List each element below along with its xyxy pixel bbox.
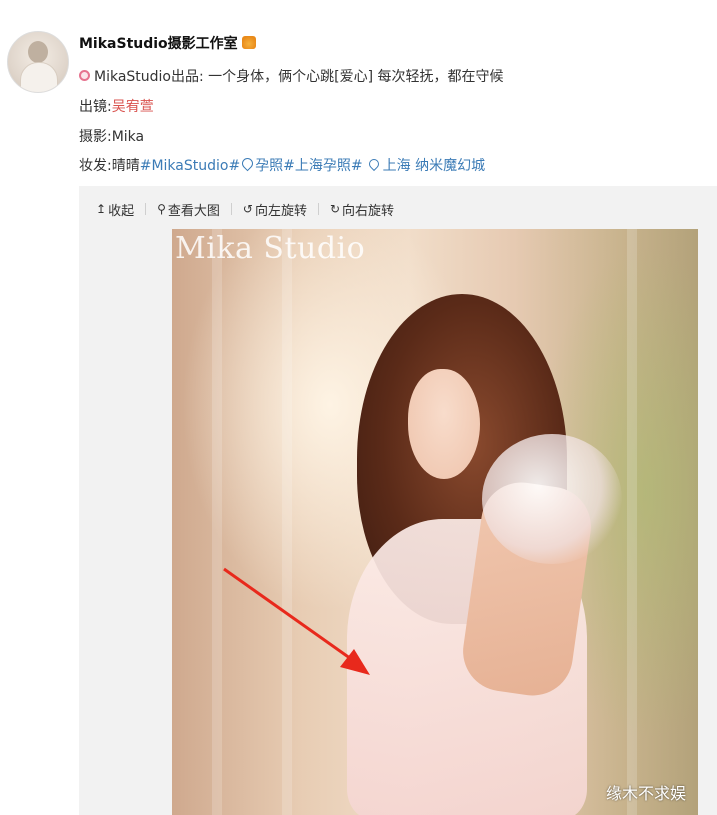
makeup-label: 妆发:晴晴 <box>79 158 140 174</box>
tag-icon <box>239 155 256 172</box>
photo-credit-text: 摄影:Mika <box>79 129 145 145</box>
location-link[interactable]: 上海 纳米魔幻城 <box>383 158 485 174</box>
username-text[interactable]: MikaStudio摄影工作室 <box>79 36 238 52</box>
image-toolbar: ↥ 收起 ⚲ 查看大图 ↺ 向左旋转 ↻ 向右旋转 <box>96 198 394 220</box>
post-makeup-line: 妆发:晴晴#MikaStudio# 孕照#上海孕照# 上海 纳米魔幻城 <box>79 155 485 175</box>
post-text-line1: MikaStudio出品: 一个身体，俩个心跳[爱心] 每次轻抚，都在守候 <box>79 66 504 86</box>
model-name-link[interactable]: 吴宥萱 <box>112 99 154 115</box>
search-icon: ⚲ <box>157 202 166 216</box>
rotate-right-button[interactable]: ↻ 向右旋转 <box>330 200 394 219</box>
corner-watermark: 缘木不求娱 <box>606 784 687 803</box>
view-large-label: 查看大图 <box>167 203 220 219</box>
collapse-button[interactable]: ↥ 收起 <box>96 200 134 219</box>
location-pin-icon <box>366 156 381 172</box>
rotate-left-icon: ↺ <box>242 202 253 216</box>
toolbar-divider <box>317 203 319 215</box>
hashtag-maternity[interactable]: 孕照#上海孕照# <box>255 158 362 174</box>
rotate-right-label: 向右旋转 <box>342 203 395 219</box>
post-author[interactable]: MikaStudio摄影工作室 <box>79 33 256 53</box>
red-arrow <box>223 567 370 675</box>
post-model-line: 出镜:吴宥萱 <box>79 96 154 116</box>
model-label: 出镜: <box>79 99 112 115</box>
flower-icon <box>79 70 90 81</box>
collapse-label: 收起 <box>108 203 135 219</box>
post-text: MikaStudio出品: 一个身体，俩个心跳[爱心] 每次轻抚，都在守候 <box>94 69 504 85</box>
toolbar-divider <box>230 203 232 215</box>
view-large-button[interactable]: ⚲ 查看大图 <box>157 200 220 219</box>
avatar[interactable] <box>7 31 69 93</box>
rotate-right-icon: ↻ <box>329 202 341 216</box>
hashtag-mikastudio[interactable]: #MikaStudio# <box>140 158 240 174</box>
crown-icon <box>241 36 256 49</box>
rotate-left-label: 向左旋转 <box>254 203 307 219</box>
avatar-head <box>28 41 48 63</box>
avatar-body <box>20 62 58 92</box>
post-photo[interactable]: Mika Studio <box>172 229 698 815</box>
post-photo-credit: 摄影:Mika <box>79 126 144 146</box>
toolbar-divider <box>145 203 147 215</box>
collapse-icon: ↥ <box>96 202 107 216</box>
rotate-left-button[interactable]: ↺ 向左旋转 <box>243 200 307 219</box>
